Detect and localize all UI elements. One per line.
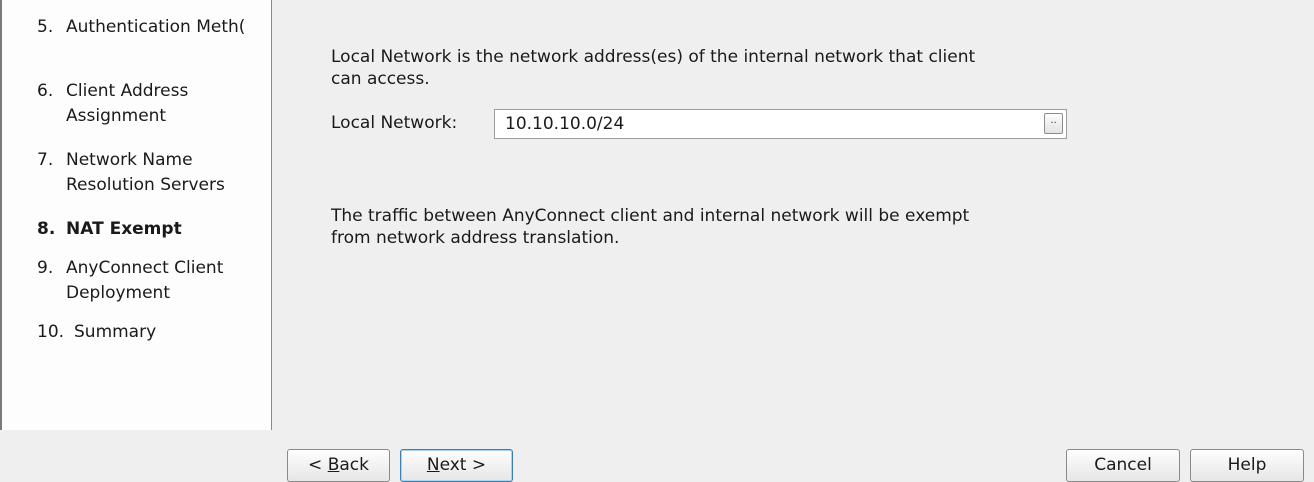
wizard-steps-sidebar: 5. Authentication Meth( 6. Client Addres… <box>2 0 272 430</box>
local-network-label: Local Network: <box>331 113 458 133</box>
step-anyconnect-client-deployment[interactable]: 9. AnyConnect Client Deployment <box>37 256 265 306</box>
wizard-content-panel: Local Network is the network address(es)… <box>272 0 1314 430</box>
back-mnemonic: B <box>327 455 340 475</box>
step-number: 10. <box>37 322 65 342</box>
next-label-suffix: ext > <box>439 455 487 475</box>
step-number: 5. <box>37 17 54 37</box>
back-label-suffix: ack <box>339 455 369 475</box>
step-label: Authentication Meth( <box>66 17 246 37</box>
description-line: can access. <box>331 69 430 89</box>
wizard-button-bar: < Back Next > Cancel Help <box>0 430 1314 482</box>
browse-local-network-button[interactable]: .. <box>1044 113 1063 134</box>
cancel-button[interactable]: Cancel <box>1066 449 1180 482</box>
back-label-prefix: < <box>308 455 328 475</box>
local-network-input[interactable]: 10.10.10.0/24 <box>494 109 1067 139</box>
step-number: 6. <box>37 81 54 101</box>
step-number: 8. <box>37 219 56 239</box>
local-network-description: Local Network is the network address(es)… <box>331 46 975 90</box>
back-button[interactable]: < Back <box>287 449 390 482</box>
step-nat-exempt[interactable]: 8. NAT Exempt <box>37 217 265 242</box>
step-label: NAT Exempt <box>66 219 182 239</box>
step-summary[interactable]: 10. Summary <box>37 320 265 345</box>
nat-exempt-description: The traffic between AnyConnect client an… <box>331 205 969 249</box>
step-network-name-resolution-servers[interactable]: 7. Network Name Resolution Servers <box>37 148 265 198</box>
step-label: Summary <box>74 322 157 342</box>
step-label: Client Address Assignment <box>66 81 189 126</box>
step-label: Network Name Resolution Servers <box>66 150 225 195</box>
step-number: 9. <box>37 258 54 278</box>
step-client-address-assignment[interactable]: 6. Client Address Assignment <box>37 79 265 129</box>
step-number: 7. <box>37 150 54 170</box>
next-button[interactable]: Next > <box>400 449 513 482</box>
step-authentication-methods[interactable]: 5. Authentication Meth( <box>37 15 265 40</box>
description-line: from network address translation. <box>331 228 620 248</box>
description-line: The traffic between AnyConnect client an… <box>331 206 970 226</box>
next-mnemonic: N <box>426 455 440 475</box>
help-button[interactable]: Help <box>1190 449 1304 482</box>
step-label: AnyConnect Client Deployment <box>66 258 224 303</box>
description-line: Local Network is the network address(es)… <box>331 47 976 67</box>
